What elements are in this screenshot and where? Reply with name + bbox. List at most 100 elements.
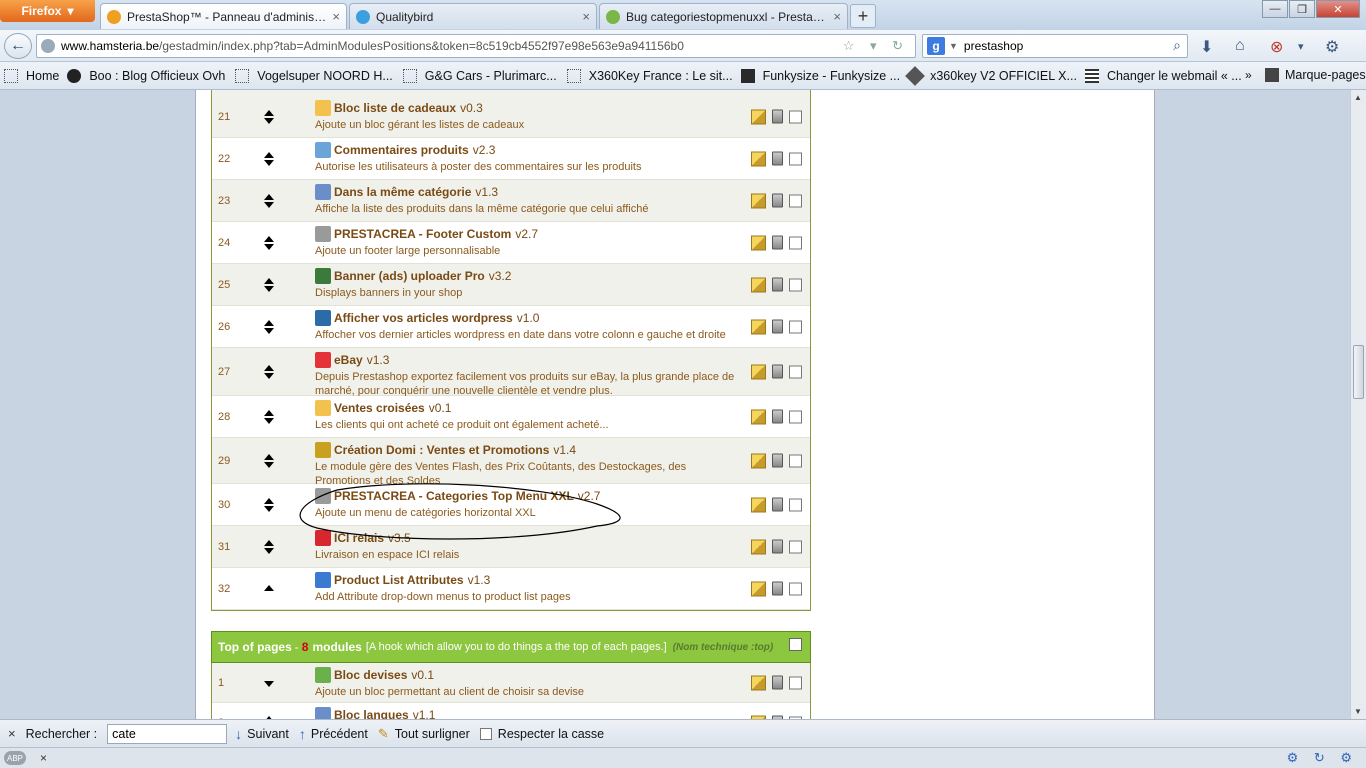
move-handle[interactable] xyxy=(262,277,276,292)
url-bar[interactable]: www.hamsteria.be/gestadmin/index.php?tab… xyxy=(36,34,916,58)
select-checkbox[interactable] xyxy=(789,676,802,689)
move-up-icon[interactable] xyxy=(264,453,274,460)
trash-icon[interactable] xyxy=(772,319,783,334)
close-window-button[interactable]: ✕ xyxy=(1316,0,1360,18)
select-checkbox[interactable] xyxy=(789,152,802,165)
edit-icon[interactable] xyxy=(751,235,766,250)
move-handle[interactable] xyxy=(262,497,276,512)
select-checkbox[interactable] xyxy=(789,194,802,207)
google-icon[interactable]: g xyxy=(927,37,945,55)
bookmark-star-reload-icons[interactable]: ☆ ▾ ↻ xyxy=(843,38,909,54)
back-button[interactable]: ← xyxy=(4,33,32,59)
move-up-icon[interactable] xyxy=(264,497,274,504)
edit-icon[interactable] xyxy=(751,497,766,512)
tab-bug-categoriestopmenuxxl[interactable]: Bug categoriestopmenuxxl - PrestaSh... × xyxy=(599,3,848,29)
edit-icon[interactable] xyxy=(751,364,766,379)
search-icon[interactable]: ⌕ xyxy=(1173,37,1181,54)
tab-prestashop-admin[interactable]: PrestaShop™ - Panneau d'administrat... × xyxy=(100,3,347,29)
trash-icon[interactable] xyxy=(772,539,783,554)
close-tab-icon[interactable]: × xyxy=(582,9,590,24)
move-handle[interactable] xyxy=(262,679,276,687)
search-input[interactable]: prestashop xyxy=(964,39,1023,53)
move-down-icon[interactable] xyxy=(264,461,274,468)
move-up-icon[interactable] xyxy=(264,193,274,200)
select-checkbox[interactable] xyxy=(789,320,802,333)
adblock-plus-icon[interactable]: ABP xyxy=(4,751,26,765)
select-checkbox[interactable] xyxy=(789,498,802,511)
move-up-icon[interactable] xyxy=(264,409,274,416)
move-up-icon[interactable] xyxy=(264,235,274,242)
find-next-button[interactable]: ↓ Suivant xyxy=(235,726,289,742)
more-bookmarks-button[interactable]: » xyxy=(1245,68,1252,82)
select-checkbox[interactable] xyxy=(789,410,802,423)
move-handle[interactable] xyxy=(262,409,276,424)
search-bar[interactable]: g ▼ prestashop ⌕ xyxy=(922,34,1188,58)
edit-icon[interactable] xyxy=(751,675,766,690)
move-up-icon[interactable] xyxy=(264,539,274,546)
move-down-icon[interactable] xyxy=(264,243,274,250)
maximize-button[interactable]: ❐ xyxy=(1289,0,1315,18)
minimize-button[interactable]: — xyxy=(1262,0,1288,18)
move-down-icon[interactable] xyxy=(264,372,274,379)
move-down-icon[interactable] xyxy=(264,505,274,512)
bookmark-vogelsuper[interactable]: Vogelsuper NOORD H... xyxy=(235,68,393,83)
close-addon-bar-icon[interactable]: × xyxy=(40,751,47,765)
trash-icon[interactable] xyxy=(772,277,783,292)
highlight-all-button[interactable]: ✎ Tout surligner xyxy=(378,726,470,742)
new-tab-button[interactable]: + xyxy=(850,4,876,28)
select-checkbox[interactable] xyxy=(789,540,802,553)
firefox-menu-button[interactable]: Firefox ▾ xyxy=(0,0,95,22)
addon-icon[interactable]: ⊗ xyxy=(1270,37,1283,57)
select-checkbox[interactable] xyxy=(789,454,802,467)
scroll-up-icon[interactable]: ▲ xyxy=(1354,93,1362,102)
edit-icon[interactable] xyxy=(751,539,766,554)
trash-icon[interactable] xyxy=(772,151,783,166)
trash-icon[interactable] xyxy=(772,235,783,250)
move-down-icon[interactable] xyxy=(264,285,274,292)
find-input[interactable] xyxy=(107,723,228,744)
bookmark-x360key-france[interactable]: X360Key France : Le sit... xyxy=(566,68,733,83)
move-down-icon[interactable] xyxy=(264,117,274,124)
move-handle[interactable] xyxy=(262,151,276,166)
bookmark-webmail[interactable]: Changer le webmail « ... xyxy=(1084,68,1242,83)
download-icon[interactable]: ⬇ xyxy=(1200,37,1213,57)
move-up-icon[interactable] xyxy=(264,109,274,116)
select-checkbox[interactable] xyxy=(789,278,802,291)
select-all-checkbox[interactable] xyxy=(789,638,802,651)
move-up-icon[interactable] xyxy=(264,151,274,158)
move-up-icon[interactable] xyxy=(264,319,274,326)
close-tab-icon[interactable]: × xyxy=(833,9,841,24)
move-down-icon[interactable] xyxy=(264,417,274,424)
trash-icon[interactable] xyxy=(772,581,783,596)
move-handle[interactable] xyxy=(262,584,276,593)
bookmark-funkysize[interactable]: Funkysize - Funkysize ... xyxy=(740,68,900,83)
edit-icon[interactable] xyxy=(751,109,766,124)
edit-icon[interactable] xyxy=(751,581,766,596)
move-handle[interactable] xyxy=(262,193,276,208)
trash-icon[interactable] xyxy=(772,364,783,379)
edit-icon[interactable] xyxy=(751,319,766,334)
move-down-icon[interactable] xyxy=(264,680,274,687)
match-case-checkbox[interactable]: Respecter la casse xyxy=(479,727,604,741)
move-up-icon[interactable] xyxy=(264,584,274,591)
move-handle[interactable] xyxy=(262,235,276,250)
bookmarks-menu-button[interactable]: Marque-pages xyxy=(1265,68,1366,82)
select-checkbox[interactable] xyxy=(789,110,802,123)
move-handle[interactable] xyxy=(262,453,276,468)
trash-icon[interactable] xyxy=(772,193,783,208)
select-checkbox[interactable] xyxy=(789,582,802,595)
addon-status-icons[interactable]: ⚙ ↻ ⚙ xyxy=(1287,750,1358,766)
move-up-icon[interactable] xyxy=(264,277,274,284)
bookmark-home[interactable]: Home xyxy=(4,68,59,83)
close-findbar-icon[interactable]: × xyxy=(8,726,16,741)
move-down-icon[interactable] xyxy=(264,159,274,166)
chevron-down-icon[interactable]: ▼ xyxy=(949,41,958,51)
edit-icon[interactable] xyxy=(751,277,766,292)
move-down-icon[interactable] xyxy=(264,201,274,208)
edit-icon[interactable] xyxy=(751,453,766,468)
settings-icon[interactable]: ⚙ xyxy=(1325,37,1339,57)
chevron-down-icon[interactable]: ▾ xyxy=(1298,40,1304,53)
bookmark-gg-cars[interactable]: G&G Cars - Plurimarc... xyxy=(402,68,557,83)
trash-icon[interactable] xyxy=(772,497,783,512)
edit-icon[interactable] xyxy=(751,409,766,424)
